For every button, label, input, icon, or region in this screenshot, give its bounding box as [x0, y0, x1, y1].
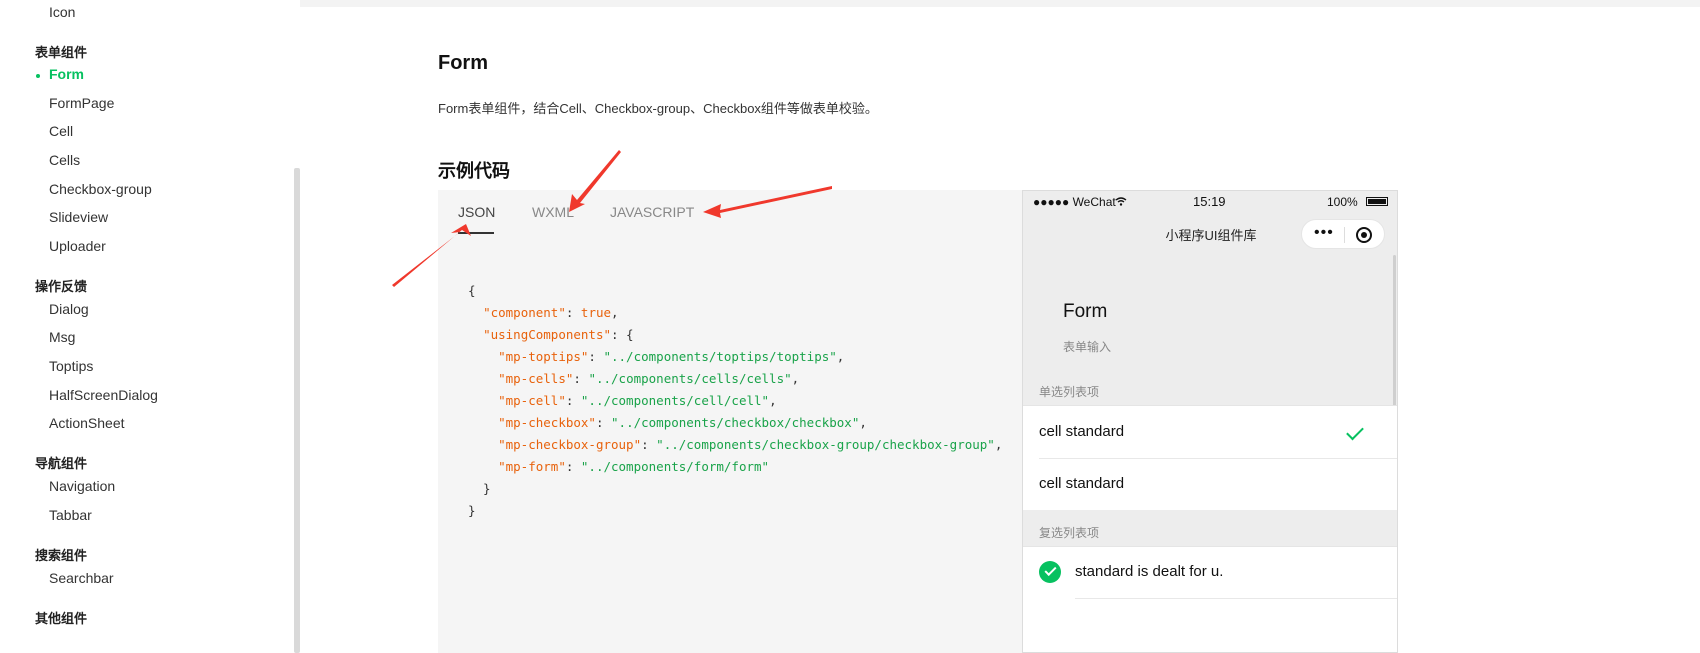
sidebar: Icon 表单组件 Form FormPage Cell Cells Check… [0, 0, 300, 653]
tab-javascript[interactable]: JAVASCRIPT [610, 204, 694, 220]
radio-item-label[interactable]: cell standard [1039, 475, 1124, 492]
check-icon [1346, 422, 1364, 441]
page-title: Form [438, 52, 488, 74]
sidebar-item-icon[interactable]: Icon [49, 4, 75, 20]
tab-wxml[interactable]: WXML [532, 204, 574, 220]
sidebar-item-slideview[interactable]: Slideview [49, 209, 108, 225]
checkbox-section-title: 复选列表项 [1039, 526, 1100, 540]
sidebar-group-other: 其他组件 [35, 611, 88, 626]
code-value: "../components/checkbox-group/checkbox-g… [656, 437, 995, 452]
checkbox-list: standard is dealt for u. [1023, 546, 1397, 652]
sidebar-item-dialog[interactable]: Dialog [49, 301, 89, 317]
active-tab-indicator [458, 232, 494, 234]
wifi-icon [1115, 197, 1127, 206]
code-key: "mp-checkbox-group" [498, 437, 642, 452]
sidebar-group-feedback: 操作反馈 [35, 279, 88, 294]
checkbox-item-label[interactable]: standard is dealt for u. [1075, 563, 1223, 580]
sidebar-item-form[interactable]: Form [49, 66, 84, 82]
code-key: "mp-cells" [498, 371, 574, 386]
code-key: "component" [483, 305, 566, 320]
target-icon[interactable] [1356, 227, 1372, 243]
code-key: "mp-form" [498, 459, 566, 474]
code-value: "../components/cells/cells" [588, 371, 792, 386]
code-value: "../components/toptips/toptips" [603, 349, 837, 364]
sidebar-item-navigation[interactable]: Navigation [49, 478, 115, 494]
sidebar-scrollbar[interactable] [294, 168, 300, 653]
row-divider [1039, 458, 1397, 459]
code-key: "mp-cell" [498, 393, 566, 408]
battery-icon [1366, 197, 1388, 206]
capsule-menu[interactable]: ••• [1301, 219, 1385, 249]
sidebar-item-formpage[interactable]: FormPage [49, 95, 114, 111]
code-value: "../components/checkbox/checkbox" [611, 415, 860, 430]
phone-page-title: Form [1063, 301, 1108, 322]
carrier-label: ●●●●● WeChat [1033, 195, 1116, 209]
sidebar-group-search: 搜索组件 [35, 548, 88, 563]
code-value: true [580, 305, 612, 320]
active-dot-icon [36, 74, 40, 78]
radio-list: cell standard cell standard [1023, 405, 1397, 510]
sidebar-item-toptips[interactable]: Toptips [49, 358, 93, 374]
code-panel: JSON WXML JAVASCRIPT { "component": true… [438, 190, 1023, 653]
sidebar-item-searchbar[interactable]: Searchbar [49, 570, 114, 586]
example-code-heading: 示例代码 [438, 161, 510, 181]
sidebar-item-uploader[interactable]: Uploader [49, 238, 106, 254]
row-divider [1075, 598, 1397, 599]
sidebar-item-actionsheet[interactable]: ActionSheet [49, 415, 125, 431]
status-time: 15:19 [1193, 194, 1226, 209]
radio-item-label[interactable]: cell standard [1039, 423, 1124, 440]
code-key: "mp-toptips" [498, 349, 589, 364]
tab-json[interactable]: JSON [458, 204, 495, 220]
checkbox-checked-icon[interactable] [1039, 561, 1061, 583]
code-key: "mp-checkbox" [498, 415, 596, 430]
sidebar-item-cells[interactable]: Cells [49, 152, 80, 168]
sidebar-item-checkbox-group[interactable]: Checkbox-group [49, 181, 152, 197]
more-icon[interactable]: ••• [1314, 224, 1334, 242]
phone-page-subtitle: 表单输入 [1063, 340, 1112, 354]
battery-label: 100% [1327, 195, 1358, 209]
page-description: Form表单组件，结合Cell、Checkbox-group、Checkbox组… [438, 101, 878, 116]
code-key: "usingComponents" [483, 327, 611, 342]
capsule-divider [1344, 227, 1345, 243]
sidebar-group-navigation: 导航组件 [35, 456, 88, 471]
sidebar-item-tabbar[interactable]: Tabbar [49, 507, 92, 523]
json-code-block: { "component": true, "usingComponents": … [468, 283, 1003, 518]
code-value: "../components/form/form" [580, 459, 770, 474]
sidebar-item-cell[interactable]: Cell [49, 123, 73, 139]
status-bar: ●●●●● WeChat 15:19 100% [1023, 191, 1397, 213]
sidebar-item-msg[interactable]: Msg [49, 329, 75, 345]
sidebar-group-form: 表单组件 [35, 45, 88, 60]
code-value: "../components/cell/cell" [580, 393, 770, 408]
phone-preview: ●●●●● WeChat 15:19 100% 小程序UI组件库 ••• For… [1022, 190, 1398, 653]
sidebar-item-halfscreendialog[interactable]: HalfScreenDialog [49, 387, 158, 403]
radio-section-title: 单选列表项 [1039, 385, 1100, 399]
